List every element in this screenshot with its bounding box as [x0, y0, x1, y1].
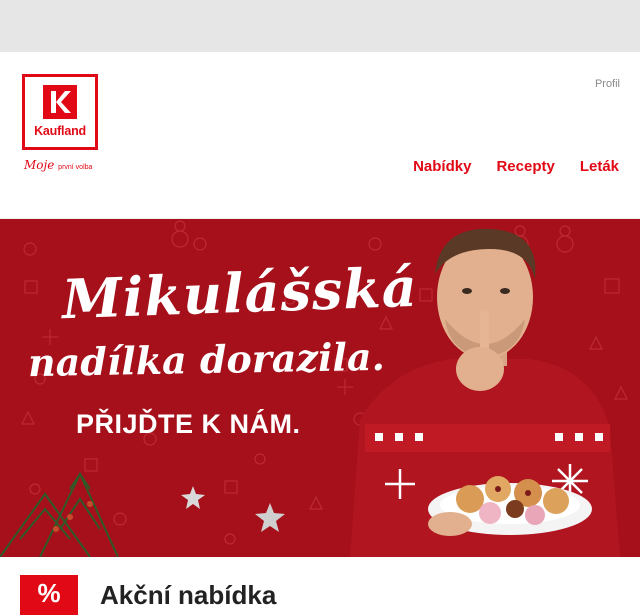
logo-k-mark — [43, 85, 77, 119]
logo-wordmark: Kaufland — [34, 124, 86, 138]
slogan-main: Moje — [24, 158, 55, 172]
k-letter-icon — [51, 91, 71, 113]
profile-link[interactable]: Profil — [595, 78, 620, 90]
site-header: Kaufland Moje první volba Profil Nabídky… — [0, 52, 640, 200]
main-nav: Nabídky Recepty Leták — [413, 158, 619, 175]
nav-item-nabidky[interactable]: Nabídky — [413, 158, 471, 175]
man-with-cookies-illustration — [350, 228, 620, 557]
percent-badge-icon: % — [20, 575, 78, 615]
hero-banner[interactable]: Mikulášská nadílka dorazila. PŘIJĎTE K N… — [0, 219, 640, 557]
browser-top-bar — [0, 0, 640, 52]
nav-item-recepty[interactable]: Recepty — [496, 158, 554, 175]
slogan: Moje první volba — [24, 158, 92, 172]
kaufland-logo[interactable]: Kaufland — [22, 74, 98, 150]
hero-cta-text: PŘIJĎTE K NÁM. — [76, 409, 301, 439]
slogan-small: první volba — [58, 164, 93, 171]
offers-section-header: % Akční nabídka — [0, 557, 640, 615]
nav-item-letak[interactable]: Leták — [580, 158, 619, 175]
section-title: Akční nabídka — [100, 580, 277, 610]
